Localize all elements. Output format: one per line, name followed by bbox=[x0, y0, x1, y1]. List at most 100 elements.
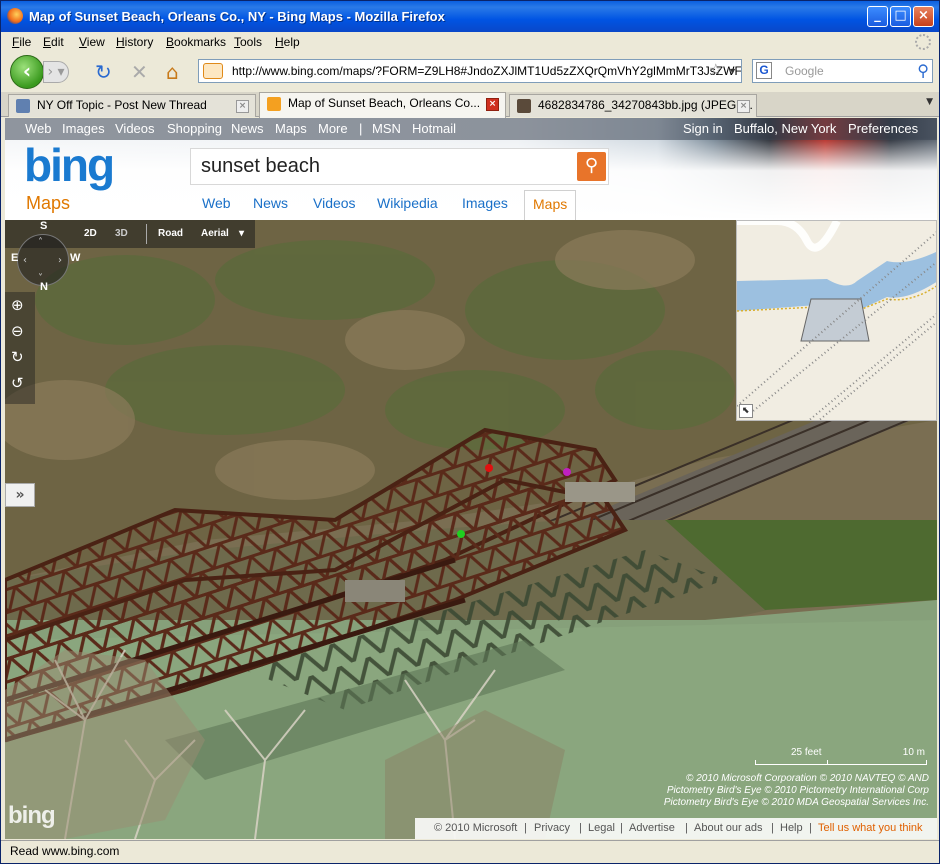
bing-watermark-logo: bing bbox=[8, 802, 56, 829]
search-icon[interactable]: ⚲ bbox=[917, 61, 929, 83]
zoom-toolbar: ⊕ ⊖ ↻ ↺ bbox=[5, 292, 35, 404]
menu-file[interactable]: File bbox=[12, 35, 31, 49]
page-footer: © 2010 Microsoft | Privacy | Legal | Adv… bbox=[415, 818, 937, 839]
tab-list-icon[interactable]: ▼ bbox=[926, 97, 933, 107]
search-placeholder: Google bbox=[785, 64, 824, 78]
menu-history[interactable]: History bbox=[116, 35, 153, 49]
compass-right-label: W bbox=[70, 252, 81, 264]
bing-logo[interactable]: bing bbox=[24, 142, 115, 188]
topnav-news[interactable]: News bbox=[231, 121, 264, 136]
close-tab-icon[interactable]: × bbox=[486, 98, 499, 111]
aerial-dropdown-icon[interactable]: ▾ bbox=[239, 228, 244, 239]
reload-icon[interactable]: ↻ bbox=[95, 60, 112, 84]
footer-help-link[interactable]: Help bbox=[780, 822, 803, 834]
stop-icon[interactable]: ✕ bbox=[131, 60, 148, 84]
menu-tools[interactable]: Tools bbox=[234, 35, 262, 49]
rotate-cw-icon[interactable]: ↻ bbox=[11, 348, 24, 366]
window-title: Map of Sunset Beach, Orleans Co., NY - B… bbox=[29, 9, 445, 24]
compass-left-label: E bbox=[11, 252, 19, 264]
bookmark-star-icon[interactable]: ☆ bbox=[709, 60, 723, 82]
footer-privacy-link[interactable]: Privacy bbox=[534, 822, 570, 834]
scope-videos[interactable]: Videos bbox=[313, 195, 356, 211]
search-input[interactable]: G Google ⚲ bbox=[752, 59, 933, 83]
tab-label: NY Off Topic - Post New Thread bbox=[37, 98, 207, 112]
compass-bottom-label: N bbox=[40, 281, 48, 293]
zoom-out-icon[interactable]: ⊖ bbox=[11, 322, 24, 340]
menu-help[interactable]: Help bbox=[275, 35, 300, 49]
rotate-up-icon[interactable]: ˄ bbox=[38, 237, 43, 248]
view-3d-button[interactable]: 3D bbox=[115, 228, 128, 239]
scope-news[interactable]: News bbox=[253, 195, 288, 211]
footer-sep: | bbox=[771, 822, 774, 834]
scope-web[interactable]: Web bbox=[202, 195, 231, 211]
menu-bookmarks[interactable]: Bookmarks bbox=[166, 35, 226, 49]
feedback-link[interactable]: Tell us what you think bbox=[818, 822, 923, 834]
maximize-button[interactable]: □ bbox=[890, 6, 911, 27]
google-icon[interactable]: G bbox=[756, 62, 772, 79]
copyright-line: Pictometry Bird's Eye © 2010 Pictometry … bbox=[666, 785, 929, 796]
scale-meters: 10 m bbox=[902, 747, 925, 758]
topnav-divider: | bbox=[359, 121, 363, 136]
topnav-msn[interactable]: MSN bbox=[372, 121, 401, 136]
minimize-button[interactable]: _ bbox=[867, 6, 888, 27]
copyright-line: Pictometry Bird's Eye © 2010 MDA Geospat… bbox=[663, 797, 929, 808]
map-view[interactable]: 2D 3D Road Aerial ▾ ˄ ˅ ‹ › S E W N ⊕ ⊖ … bbox=[5, 220, 937, 839]
minimap[interactable]: ⬉ bbox=[736, 220, 937, 421]
scope-wikipedia[interactable]: Wikipedia bbox=[377, 195, 438, 211]
footer-sep: | bbox=[685, 822, 688, 834]
tab-jpeg-image[interactable]: 4682834786_34270843bb.jpg (JPEG I... × bbox=[509, 94, 757, 117]
compass-top-label: S bbox=[40, 220, 48, 232]
map-copyright: © 2010 Microsoft Corporation © 2010 NAVT… bbox=[664, 773, 929, 809]
topnav-hotmail[interactable]: Hotmail bbox=[412, 121, 456, 136]
topnav-maps[interactable]: Maps bbox=[275, 121, 307, 136]
preferences-link[interactable]: Preferences bbox=[848, 121, 918, 136]
tab-label: 4682834786_34270843bb.jpg (JPEG I... bbox=[538, 98, 753, 112]
compass-control[interactable]: ˄ ˅ ‹ › bbox=[17, 234, 69, 286]
sign-in-link[interactable]: Sign in bbox=[683, 121, 723, 136]
tab-ny-off-topic[interactable]: NY Off Topic - Post New Thread × bbox=[8, 94, 256, 117]
footer-legal-link[interactable]: Legal bbox=[588, 822, 615, 834]
view-2d-button[interactable]: 2D bbox=[84, 228, 97, 239]
view-road-button[interactable]: Road bbox=[158, 228, 183, 239]
home-icon[interactable]: ⌂ bbox=[166, 60, 179, 84]
query-text: sunset beach bbox=[201, 155, 320, 177]
back-button[interactable]: ‹ bbox=[10, 55, 44, 89]
topnav-web[interactable]: Web bbox=[25, 121, 52, 136]
footer-about-ads-link[interactable]: About our ads bbox=[694, 822, 763, 834]
topnav-shopping[interactable]: Shopping bbox=[167, 121, 222, 136]
topnav-videos[interactable]: Videos bbox=[115, 121, 155, 136]
view-aerial-button[interactable]: Aerial bbox=[201, 228, 229, 239]
site-favicon bbox=[203, 63, 223, 79]
close-button[interactable]: × bbox=[913, 6, 934, 27]
rotate-right-icon[interactable]: › bbox=[58, 255, 62, 266]
navigation-toolbar: ‹ › ▾ ↻ ✕ ⌂ http://www.bing.com/maps/?FO… bbox=[1, 52, 939, 90]
tab-favicon-icon bbox=[267, 97, 281, 111]
topnav-images[interactable]: Images bbox=[62, 121, 105, 136]
minimap-expand-icon[interactable]: ⬉ bbox=[739, 404, 753, 418]
forward-button[interactable]: › ▾ bbox=[43, 61, 69, 83]
expand-panel-button[interactable]: » bbox=[5, 483, 35, 507]
bing-page: Web Images Videos Shopping News Maps Mor… bbox=[5, 118, 937, 839]
search-submit-icon[interactable]: ⚲ bbox=[577, 152, 606, 181]
rotate-left-icon[interactable]: ‹ bbox=[23, 255, 27, 266]
location-link[interactable]: Buffalo, New York bbox=[734, 121, 836, 136]
tab-bing-maps[interactable]: Map of Sunset Beach, Orleans Co... × bbox=[259, 92, 506, 118]
menu-view[interactable]: View bbox=[79, 35, 105, 49]
close-tab-icon[interactable]: × bbox=[236, 100, 249, 113]
topnav-more[interactable]: More bbox=[318, 121, 348, 136]
footer-copyright: © 2010 Microsoft bbox=[434, 822, 518, 834]
query-input[interactable]: sunset beach ⚲ bbox=[190, 148, 609, 185]
url-dropdown-icon[interactable]: ▼ bbox=[728, 60, 737, 82]
scope-maps[interactable]: Maps bbox=[524, 190, 577, 220]
footer-advertise-link[interactable]: Advertise bbox=[629, 822, 675, 834]
rotate-ccw-icon[interactable]: ↺ bbox=[11, 374, 24, 392]
close-tab-icon[interactable]: × bbox=[737, 100, 750, 113]
menu-edit[interactable]: Edit bbox=[43, 35, 64, 49]
minimap-road-view bbox=[737, 221, 936, 420]
url-bar[interactable]: http://www.bing.com/maps/?FORM=Z9LH8#Jnd… bbox=[198, 59, 742, 83]
footer-sep: | bbox=[524, 822, 527, 834]
bing-header: Web Images Videos Shopping News Maps Mor… bbox=[5, 118, 937, 220]
scope-images[interactable]: Images bbox=[462, 195, 508, 211]
title-bar: Map of Sunset Beach, Orleans Co., NY - B… bbox=[1, 1, 939, 32]
zoom-in-icon[interactable]: ⊕ bbox=[11, 296, 24, 314]
